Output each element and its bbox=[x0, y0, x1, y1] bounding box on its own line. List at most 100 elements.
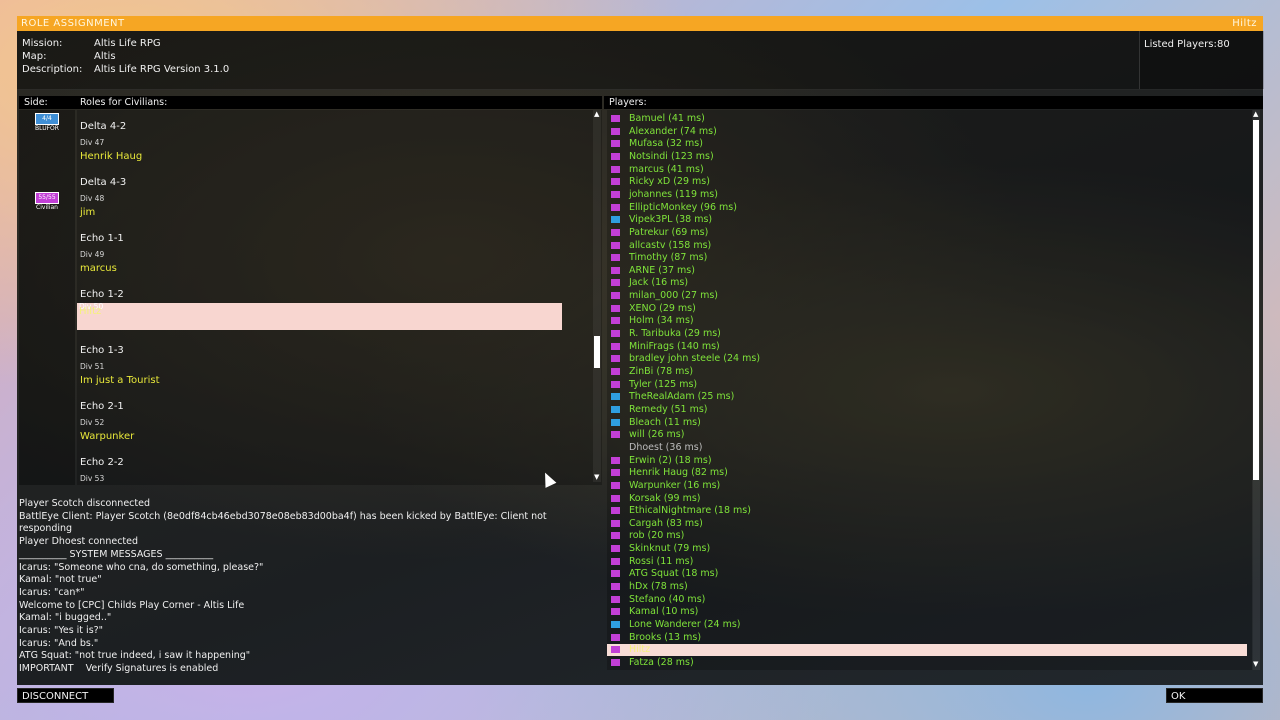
player-name: ARNE (37 ms) bbox=[629, 264, 695, 276]
role-slot[interactable]: Echo 2-2 Div 53 bbox=[77, 457, 597, 485]
player-row[interactable]: Alexander (74 ms) bbox=[607, 126, 1247, 138]
listed-players-count: 80 bbox=[1217, 39, 1230, 50]
player-row[interactable]: Stefano (40 ms) bbox=[607, 594, 1247, 606]
role-slot[interactable]: Echo 1-3 Div 51 Im just a Tourist bbox=[77, 345, 597, 401]
chat-line: Icarus: "Someone who cna, do something, … bbox=[19, 561, 264, 573]
player-row[interactable]: Bamuel (41 ms) bbox=[607, 113, 1247, 125]
player-name: Bleach (11 ms) bbox=[629, 416, 701, 428]
player-row[interactable]: Holm (34 ms) bbox=[607, 315, 1247, 327]
map-label: Map: bbox=[22, 51, 47, 62]
player-row[interactable]: Warpunker (16 ms) bbox=[607, 480, 1247, 492]
player-row[interactable]: rob (20 ms) bbox=[607, 530, 1247, 542]
side-color-icon bbox=[611, 405, 620, 413]
side-flag-icon: 4/4 bbox=[35, 113, 59, 125]
user-name: Hiltz bbox=[1232, 18, 1257, 29]
player-row[interactable]: EllipticMonkey (96 ms) bbox=[607, 202, 1247, 214]
player-row[interactable]: Cargah (83 ms) bbox=[607, 518, 1247, 530]
player-name: Timothy (87 ms) bbox=[629, 252, 708, 264]
player-row[interactable]: EthicalNightmare (18 ms) bbox=[607, 505, 1247, 517]
side-blufor-button[interactable]: 4/4 BLUFOR bbox=[34, 113, 60, 132]
player-name: TheRealAdam (25 ms) bbox=[629, 391, 735, 403]
listed-players-box: Listed Players: 80 bbox=[1139, 31, 1264, 89]
player-row[interactable]: ATG Squat (18 ms) bbox=[607, 568, 1247, 580]
selected-role-highlight[interactable]: Div 50 Hiltz bbox=[77, 302, 562, 330]
side-color-icon bbox=[611, 583, 620, 591]
role-name: Echo 2-2 bbox=[80, 457, 124, 468]
player-row[interactable]: Mufasa (32 ms) bbox=[607, 138, 1247, 150]
player-name: hDx (78 ms) bbox=[629, 581, 688, 593]
player-row[interactable]: bradley john steele (24 ms) bbox=[607, 353, 1247, 365]
role-player: marcus bbox=[80, 263, 117, 274]
player-row[interactable]: Ricky xD (29 ms) bbox=[607, 176, 1247, 188]
player-row[interactable]: MiniFrags (140 ms) bbox=[607, 341, 1247, 353]
side-color-icon bbox=[611, 241, 620, 249]
role-slot[interactable]: Delta 4-3 Div 48 jim bbox=[77, 177, 597, 233]
player-row[interactable]: Timothy (87 ms) bbox=[607, 252, 1247, 264]
side-color-icon bbox=[611, 658, 620, 666]
player-row[interactable]: Vipek3PL (38 ms) bbox=[607, 214, 1247, 226]
roles-header: Roles for Civilians: bbox=[75, 96, 602, 109]
role-name: Echo 1-2 bbox=[80, 289, 124, 300]
window-title: ROLE ASSIGNMENT bbox=[21, 18, 125, 29]
player-row[interactable]: Fatza (28 ms) bbox=[607, 657, 1247, 669]
player-row[interactable]: Henrik Haug (82 ms) bbox=[607, 467, 1247, 479]
players-scroll-thumb[interactable] bbox=[1253, 120, 1259, 480]
player-row[interactable]: milan_000 (27 ms) bbox=[607, 290, 1247, 302]
players-scrollbar[interactable]: ▲ ▼ bbox=[1252, 110, 1260, 670]
player-row[interactable]: Kamal (10 ms) bbox=[607, 606, 1247, 618]
players-scroll-down-icon[interactable]: ▼ bbox=[1253, 660, 1258, 668]
player-row[interactable]: Remedy (51 ms) bbox=[607, 404, 1247, 416]
role-div: Div 47 bbox=[80, 138, 105, 147]
ok-button[interactable]: OK bbox=[1166, 688, 1263, 703]
player-row[interactable]: marcus (41 ms) bbox=[607, 164, 1247, 176]
side-color-icon bbox=[611, 532, 620, 540]
side-color-icon bbox=[611, 393, 620, 401]
player-row[interactable]: R. Taribuka (29 ms) bbox=[607, 328, 1247, 340]
player-row[interactable]: Erwin (2) (18 ms) bbox=[607, 455, 1247, 467]
role-slot[interactable]: Echo 1-1 Div 49 marcus bbox=[77, 233, 597, 289]
roles-scroll-thumb[interactable] bbox=[594, 336, 600, 368]
player-row[interactable]: will (26 ms) bbox=[607, 429, 1247, 441]
player-row[interactable]: Korsak (99 ms) bbox=[607, 493, 1247, 505]
player-row[interactable]: ZinBi (78 ms) bbox=[607, 366, 1247, 378]
scroll-up-icon[interactable]: ▲ bbox=[594, 110, 599, 118]
player-row[interactable]: ARNE (37 ms) bbox=[607, 265, 1247, 277]
side-civilian-button[interactable]: 55/55 Civilian bbox=[34, 192, 60, 211]
player-name: Ricky xD (29 ms) bbox=[629, 176, 710, 188]
player-row[interactable]: johannes (119 ms) bbox=[607, 189, 1247, 201]
side-color-icon bbox=[611, 380, 620, 388]
player-name: Vipek3PL (38 ms) bbox=[629, 214, 713, 226]
player-row[interactable]: Hiltz bbox=[607, 644, 1247, 657]
player-row[interactable]: Rossi (11 ms) bbox=[607, 556, 1247, 568]
role-slot[interactable]: Echo 1-2 Div 50 Hiltz bbox=[77, 289, 597, 345]
player-name: Skinknut (79 ms) bbox=[629, 543, 711, 555]
player-name: ATG Squat (18 ms) bbox=[629, 568, 719, 580]
player-row[interactable]: allcastv (158 ms) bbox=[607, 240, 1247, 252]
player-row[interactable]: Dhoest (36 ms) bbox=[607, 442, 1247, 454]
role-div: Div 49 bbox=[80, 250, 105, 259]
player-row[interactable]: Notsindi (123 ms) bbox=[607, 151, 1247, 163]
player-row[interactable]: Skinknut (79 ms) bbox=[607, 543, 1247, 555]
side-color-icon bbox=[611, 140, 620, 148]
player-row[interactable]: Lone Wanderer (24 ms) bbox=[607, 619, 1247, 631]
player-row[interactable]: Brooks (13 ms) bbox=[607, 632, 1247, 644]
disconnect-button[interactable]: DISCONNECT bbox=[17, 688, 114, 703]
players-scroll-up-icon[interactable]: ▲ bbox=[1253, 110, 1258, 118]
side-color-icon bbox=[611, 481, 620, 489]
player-row[interactable]: XENO (29 ms) bbox=[607, 303, 1247, 315]
player-row[interactable]: Bleach (11 ms) bbox=[607, 417, 1247, 429]
scroll-down-icon[interactable]: ▼ bbox=[594, 473, 599, 481]
player-name: Notsindi (123 ms) bbox=[629, 150, 714, 162]
role-slot[interactable]: Delta 4-2 Div 47 Henrik Haug bbox=[77, 121, 597, 177]
side-color-icon bbox=[611, 304, 620, 312]
role-div: Div 52 bbox=[80, 418, 105, 427]
player-row[interactable]: TheRealAdam (25 ms) bbox=[607, 391, 1247, 403]
player-row[interactable]: Tyler (125 ms) bbox=[607, 379, 1247, 391]
roles-scrollbar[interactable]: ▲ ▼ bbox=[593, 110, 601, 482]
player-row[interactable]: Jack (16 ms) bbox=[607, 277, 1247, 289]
side-color-icon bbox=[611, 292, 620, 300]
player-row[interactable]: Patrekur (69 ms) bbox=[607, 227, 1247, 239]
player-row[interactable]: hDx (78 ms) bbox=[607, 581, 1247, 593]
role-slot[interactable]: Echo 2-1 Div 52 Warpunker bbox=[77, 401, 597, 457]
side-color-icon bbox=[611, 646, 620, 654]
